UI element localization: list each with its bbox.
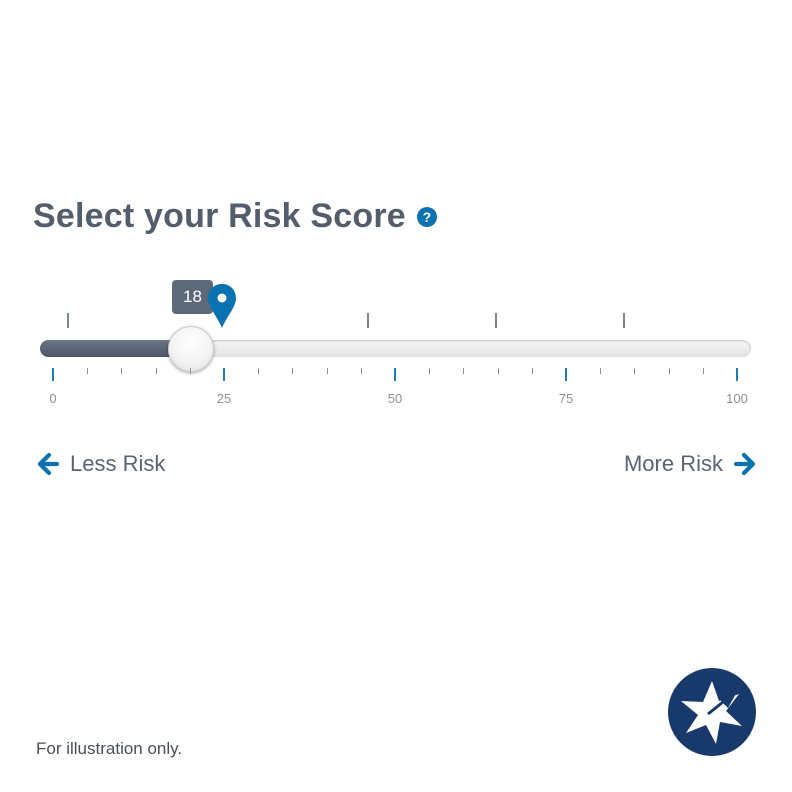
tick-label: 50 bbox=[387, 391, 403, 406]
tick-label: 0 bbox=[49, 391, 57, 406]
major-tick bbox=[223, 368, 225, 381]
minor-tick bbox=[600, 368, 602, 374]
tick-label: 25 bbox=[216, 391, 232, 406]
minor-tick bbox=[189, 368, 191, 374]
upper-tick bbox=[495, 313, 497, 328]
minor-tick bbox=[668, 368, 670, 374]
slider-fill bbox=[40, 340, 177, 357]
minor-tick bbox=[360, 368, 362, 374]
question-circle-icon[interactable]: ? bbox=[416, 207, 437, 227]
less-risk-label: Less Risk bbox=[70, 451, 166, 476]
minor-tick bbox=[497, 368, 499, 374]
major-tick bbox=[736, 368, 738, 381]
minor-tick bbox=[292, 368, 294, 374]
title-row: Select your Risk Score ? bbox=[33, 192, 437, 240]
disclaimer-text: For illustration only. bbox=[36, 739, 183, 758]
minor-tick bbox=[702, 368, 704, 374]
tick-label: 100 bbox=[726, 391, 748, 406]
map-pin-icon bbox=[208, 284, 236, 328]
upper-tick bbox=[623, 313, 625, 328]
more-risk-label: More Risk bbox=[623, 451, 723, 476]
tick-label: 75 bbox=[558, 391, 574, 406]
minor-tick bbox=[258, 368, 260, 374]
more-risk-button[interactable]: More Risk bbox=[624, 448, 757, 480]
minor-tick bbox=[326, 368, 328, 374]
major-tick bbox=[565, 368, 567, 381]
star-compass-logo bbox=[668, 668, 756, 756]
slider-track[interactable] bbox=[40, 340, 751, 357]
upper-tick bbox=[367, 313, 369, 328]
minor-tick bbox=[429, 368, 431, 374]
major-tick bbox=[52, 368, 54, 381]
less-risk-button[interactable]: Less Risk bbox=[36, 448, 165, 480]
arrow-left-icon bbox=[37, 452, 60, 476]
upper-tick bbox=[67, 313, 69, 328]
minor-tick bbox=[463, 368, 465, 374]
minor-tick bbox=[634, 368, 636, 374]
minor-tick bbox=[121, 368, 123, 374]
minor-tick bbox=[87, 368, 89, 374]
minor-tick bbox=[531, 368, 533, 374]
major-tick bbox=[394, 368, 396, 381]
slider-thumb[interactable] bbox=[168, 326, 214, 372]
page-title: Select your Risk Score bbox=[33, 197, 406, 235]
arrow-right-icon bbox=[733, 452, 756, 476]
minor-tick bbox=[155, 368, 157, 374]
